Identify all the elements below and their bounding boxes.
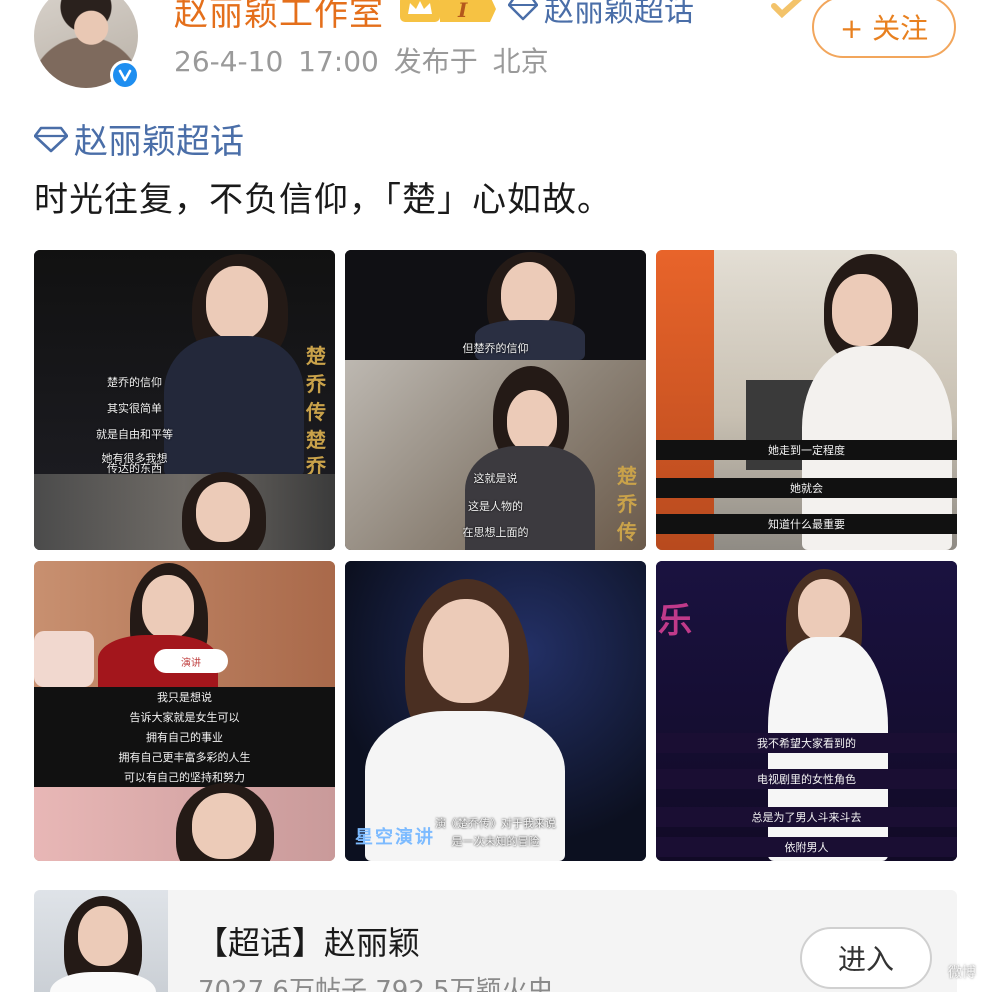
photo-grid: 楚乔的信仰 其实很简单 就是自由和平等 她有很多我想 楚 乔 传 楚 乔 传达的…	[34, 250, 957, 861]
verified-icon	[110, 60, 140, 90]
subtitle-line: 但楚乔的信仰	[462, 342, 529, 355]
weibo-post-page: 赵丽颖工作室 I 赵丽颖超话 26-4-10 17:00 发布于 北京 + 关注…	[0, 0, 992, 992]
subtitle-line: 她就会	[656, 478, 957, 498]
photo-2[interactable]: 但楚乔的信仰 这就是说 这是人物的 在思想上面的 楚 乔 传	[345, 250, 646, 550]
photo-3[interactable]: 她走到一定程度 她就会 知道什么最重要	[656, 250, 957, 550]
subtitle-line: 楚乔的信仰	[107, 376, 162, 389]
subtitle-line: 传达的东西	[107, 462, 162, 475]
subtitle-line: 知道什么最重要	[656, 514, 957, 534]
follow-button[interactable]: + 关注	[812, 0, 956, 58]
subtitle-line: 我只是想说	[34, 687, 335, 707]
drama-logo-char: 传	[617, 520, 637, 544]
subtitle-line: 这是人物的	[468, 500, 523, 513]
post-meta: 26-4-10 17:00 发布于 北京	[174, 45, 549, 78]
subtitle-line: 可以有自己的坚持和努力	[34, 767, 335, 787]
vip-crown-icon: I	[400, 0, 496, 22]
subtitle-line: 其实很简单	[107, 402, 162, 415]
event-logo: 星空演讲	[355, 827, 435, 848]
event-sign: 演讲	[154, 649, 228, 673]
subtitle-line: 她走到一定程度	[656, 440, 957, 460]
photo-6[interactable]: 乐 我不希望大家看到的 电视剧里的女性角色 总是为了男人斗来斗去 依附男人	[656, 561, 957, 861]
supertopic-title: 【超话】赵丽颖	[196, 924, 421, 962]
content-supertopic-link[interactable]: 赵丽颖超话	[34, 114, 244, 163]
svg-text:I: I	[457, 0, 468, 22]
drama-logo-char: 乔	[306, 372, 326, 396]
subtitle-line: 这就是说	[473, 472, 518, 485]
diamond-icon	[508, 0, 538, 21]
subtitle-line: 告诉大家就是女生可以	[34, 707, 335, 727]
photo-4[interactable]: 演讲 我只是想说 告诉大家就是女生可以 拥有自己的事业 拥有自己更丰富多彩的人生…	[34, 561, 335, 861]
enter-supertopic-button[interactable]: 进入	[800, 927, 932, 989]
drama-logo-char: 楚	[306, 428, 326, 452]
watermark: 微博	[948, 965, 976, 981]
diamond-icon	[34, 126, 68, 152]
photo-1[interactable]: 楚乔的信仰 其实很简单 就是自由和平等 她有很多我想 楚 乔 传 楚 乔 传达的…	[34, 250, 335, 550]
subtitle-line: 拥有自己的事业	[34, 727, 335, 747]
supertopic-thumbnail	[34, 890, 168, 992]
drama-logo-char: 乔	[617, 492, 637, 516]
subtitle-line: 总是为了男人斗来斗去	[656, 807, 957, 827]
subtitle-line: 电视剧里的女性角色	[656, 769, 957, 789]
subtitle-line: 依附男人	[656, 837, 957, 857]
subtitle-line: 在思想上面的	[462, 526, 529, 539]
follow-sparkle-icon	[771, 0, 803, 19]
header-topic-label: 赵丽颖超话	[544, 0, 694, 29]
username[interactable]: 赵丽颖工作室	[174, 0, 384, 35]
avatar[interactable]	[34, 0, 140, 90]
subtitle-line: 就是自由和平等	[96, 428, 173, 441]
content-topic-label: 赵丽颖超话	[74, 122, 244, 162]
supertopic-stats: 7027.6万帖子 792.5万颖火虫	[198, 976, 554, 992]
stage-logo-char: 乐	[658, 601, 694, 641]
post-text: 时光往复，不负信仰，「楚」心如故。	[34, 180, 612, 220]
drama-logo-char: 楚	[306, 344, 326, 368]
header-supertopic-link[interactable]: 赵丽颖超话	[508, 0, 694, 30]
supertopic-card[interactable]: 【超话】赵丽颖 7027.6万帖子 792.5万颖火虫 进入	[34, 890, 957, 992]
drama-logo-char: 楚	[617, 464, 637, 488]
drama-logo-char: 传	[306, 400, 326, 424]
subtitle-line: 拥有自己更丰富多彩的人生	[34, 747, 335, 767]
photo-5[interactable]: 演《楚乔传》对于我来说 是一次未知的冒险 星空演讲	[345, 561, 646, 861]
subtitle-line: 我不希望大家看到的	[656, 733, 957, 753]
